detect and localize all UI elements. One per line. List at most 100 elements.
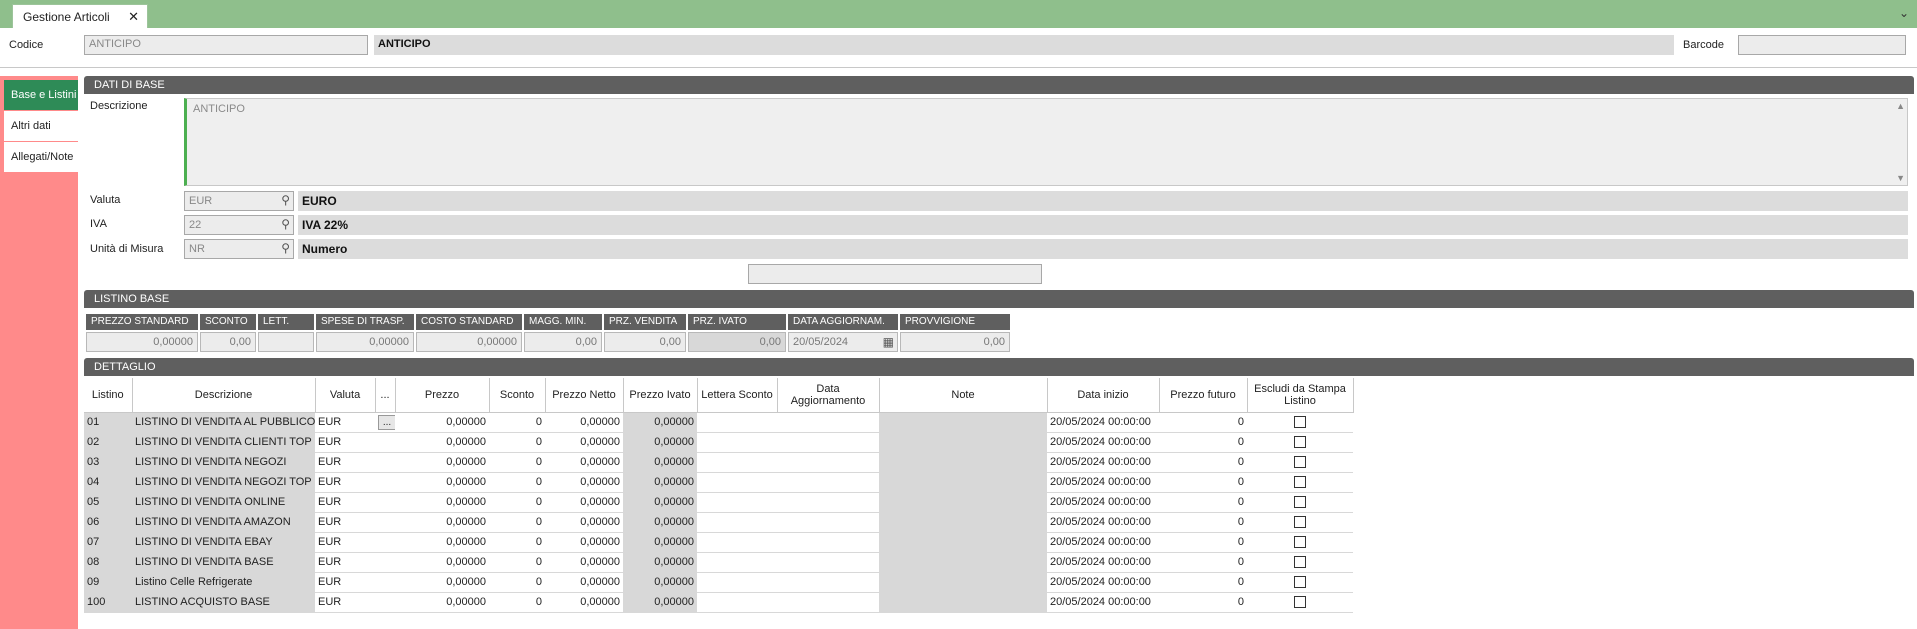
cell-prezzo[interactable]: 0,00000 <box>395 432 489 453</box>
cell-descrizione[interactable]: LISTINO DI VENDITA AL PUBBLICO <box>132 412 315 433</box>
cell-descrizione[interactable]: LISTINO DI VENDITA CLIENTI TOP <box>132 432 315 453</box>
cell-note[interactable] <box>879 572 1047 593</box>
cell-netto[interactable]: 0,00000 <box>545 472 623 493</box>
cell-dots[interactable] <box>375 552 395 573</box>
escludi-checkbox[interactable] <box>1294 596 1306 609</box>
cell-sconto[interactable]: 0 <box>489 592 545 613</box>
cell-ivato[interactable]: 0,00000 <box>623 432 697 453</box>
cell-ivato[interactable]: 0,00000 <box>623 452 697 473</box>
col-header[interactable]: Descrizione <box>132 378 316 413</box>
cell-valuta[interactable]: EUR <box>315 472 375 493</box>
lb-provvigione-input[interactable]: 0,00 <box>900 332 1010 352</box>
cell-lettera[interactable] <box>697 532 777 553</box>
lb-spese-trasp-input[interactable]: 0,00000 <box>316 332 414 352</box>
cell-netto[interactable]: 0,00000 <box>545 492 623 513</box>
cell-valuta[interactable]: EUR <box>315 532 375 553</box>
cell-data-agg[interactable] <box>777 592 879 613</box>
side-tab-allegati-note[interactable]: Allegati/Note <box>4 142 78 172</box>
cell-valuta[interactable]: EUR <box>315 432 375 453</box>
descrizione-textarea[interactable]: ANTICIPO ▲ ▼ <box>184 98 1908 186</box>
cell-sconto[interactable]: 0 <box>489 572 545 593</box>
cell-futuro[interactable]: 0 <box>1159 412 1247 433</box>
cell-ivato[interactable]: 0,00000 <box>623 552 697 573</box>
lb-magg-min-input[interactable]: 0,00 <box>524 332 602 352</box>
iva-input[interactable]: 22 ⚲ <box>184 215 294 235</box>
cell-listino[interactable]: 05 <box>84 492 132 513</box>
col-header[interactable]: Prezzo futuro <box>1159 378 1248 413</box>
cell-prezzo[interactable]: 0,00000 <box>395 472 489 493</box>
cell-futuro[interactable]: 0 <box>1159 512 1247 533</box>
cell-escludi[interactable] <box>1247 532 1353 553</box>
cell-listino[interactable]: 08 <box>84 552 132 573</box>
cell-descrizione[interactable]: LISTINO ACQUISTO BASE <box>132 592 315 613</box>
more-button[interactable]: ... <box>378 414 395 430</box>
col-header[interactable]: Prezzo <box>395 378 490 413</box>
cell-data-inizio[interactable]: 20/05/2024 00:00:00 <box>1047 492 1159 513</box>
lb-sconto-input[interactable]: 0,00 <box>200 332 256 352</box>
cell-valuta[interactable]: EUR <box>315 592 375 613</box>
table-row[interactable]: 06 LISTINO DI VENDITA AMAZON EUR 0,00000 0 0,… <box>84 512 1353 533</box>
scroll-down-icon[interactable]: ▼ <box>1896 173 1905 183</box>
cell-dots[interactable] <box>375 512 395 533</box>
cell-lettera[interactable] <box>697 492 777 513</box>
cell-sconto[interactable]: 0 <box>489 492 545 513</box>
cell-sconto[interactable]: 0 <box>489 472 545 493</box>
cell-data-inizio[interactable]: 20/05/2024 00:00:00 <box>1047 572 1159 593</box>
search-icon[interactable]: ⚲ <box>281 193 290 207</box>
cell-note[interactable] <box>879 412 1047 433</box>
cell-valuta[interactable]: EUR <box>315 492 375 513</box>
cell-data-inizio[interactable]: 20/05/2024 00:00:00 <box>1047 452 1159 473</box>
cell-netto[interactable]: 0,00000 <box>545 572 623 593</box>
escludi-checkbox[interactable] <box>1294 536 1306 549</box>
cell-descrizione[interactable]: LISTINO DI VENDITA EBAY <box>132 532 315 553</box>
cell-lettera[interactable] <box>697 472 777 493</box>
escludi-checkbox[interactable] <box>1294 556 1306 569</box>
cell-note[interactable] <box>879 472 1047 493</box>
cell-listino[interactable]: 01 <box>84 412 132 433</box>
cell-sconto[interactable]: 0 <box>489 432 545 453</box>
cell-note[interactable] <box>879 552 1047 573</box>
lb-lett-input[interactable] <box>258 332 314 352</box>
cell-lettera[interactable] <box>697 432 777 453</box>
col-header[interactable]: Sconto <box>489 378 546 413</box>
cell-listino[interactable]: 03 <box>84 452 132 473</box>
cell-dots[interactable] <box>375 472 395 493</box>
cell-data-inizio[interactable]: 20/05/2024 00:00:00 <box>1047 552 1159 573</box>
cell-sconto[interactable]: 0 <box>489 452 545 473</box>
cell-futuro[interactable]: 0 <box>1159 532 1247 553</box>
cell-dots[interactable] <box>375 452 395 473</box>
cell-data-agg[interactable] <box>777 512 879 533</box>
cell-prezzo[interactable]: 0,00000 <box>395 492 489 513</box>
cell-lettera[interactable] <box>697 572 777 593</box>
cell-listino[interactable]: 09 <box>84 572 132 593</box>
cell-data-agg[interactable] <box>777 472 879 493</box>
cell-futuro[interactable]: 0 <box>1159 432 1247 453</box>
escludi-checkbox[interactable] <box>1294 436 1306 449</box>
calendar-icon[interactable]: ▦ <box>883 335 894 349</box>
cell-ivato[interactable]: 0,00000 <box>623 572 697 593</box>
chevron-down-icon[interactable]: ⌄ <box>1899 6 1909 20</box>
search-icon[interactable]: ⚲ <box>281 241 290 255</box>
col-header[interactable]: Prezzo Ivato <box>623 378 698 413</box>
table-row[interactable]: 100 LISTINO ACQUISTO BASE EUR 0,00000 0 0,000… <box>84 592 1353 613</box>
cell-note[interactable] <box>879 492 1047 513</box>
cell-dots[interactable] <box>375 492 395 513</box>
col-header[interactable]: Data inizio <box>1047 378 1160 413</box>
lb-prezzo-standard-input[interactable]: 0,00000 <box>86 332 198 352</box>
cell-descrizione[interactable]: Listino Celle Refrigerate <box>132 572 315 593</box>
side-tab-base-listini[interactable]: Base e Listini <box>4 80 78 110</box>
search-icon[interactable]: ⚲ <box>281 217 290 231</box>
cell-ivato[interactable]: 0,00000 <box>623 592 697 613</box>
cell-netto[interactable]: 0,00000 <box>545 592 623 613</box>
cell-lettera[interactable] <box>697 592 777 613</box>
table-row[interactable]: 05 LISTINO DI VENDITA ONLINE EUR 0,00000 0 0,… <box>84 492 1353 513</box>
cell-data-inizio[interactable]: 20/05/2024 00:00:00 <box>1047 592 1159 613</box>
cell-lettera[interactable] <box>697 412 777 433</box>
cell-data-agg[interactable] <box>777 432 879 453</box>
cell-escludi[interactable] <box>1247 552 1353 573</box>
cell-escludi[interactable] <box>1247 432 1353 453</box>
cell-data-inizio[interactable]: 20/05/2024 00:00:00 <box>1047 512 1159 533</box>
cell-sconto[interactable]: 0 <box>489 512 545 533</box>
cell-netto[interactable]: 0,00000 <box>545 412 623 433</box>
cell-netto[interactable]: 0,00000 <box>545 512 623 533</box>
